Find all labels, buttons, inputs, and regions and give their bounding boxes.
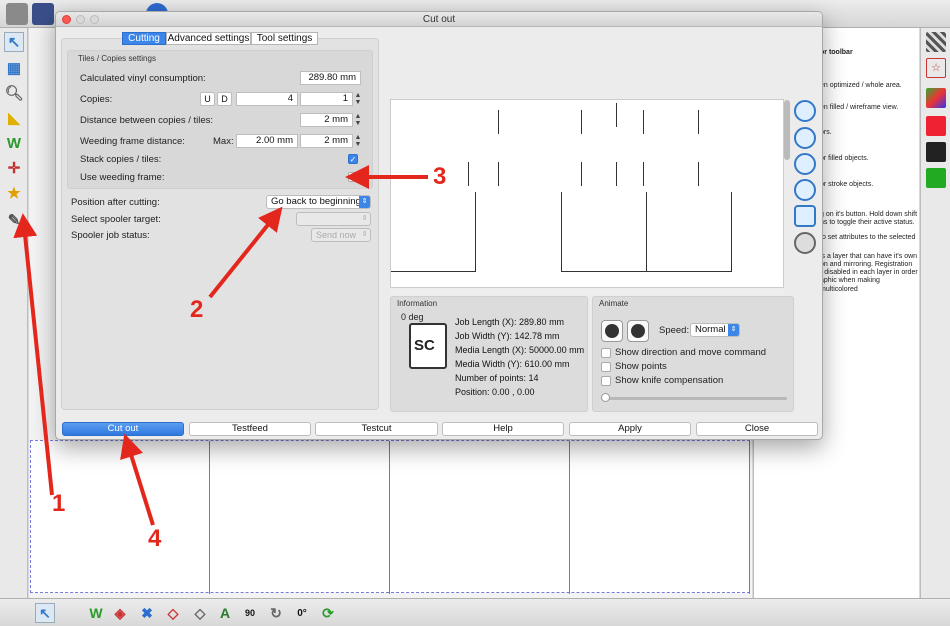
annotation-4: 4 — [148, 525, 162, 552]
annotation-arrows — [13, 165, 428, 526]
annotation-2: 2 — [190, 296, 204, 323]
annotation-1: 1 — [52, 490, 66, 517]
arrow-2 — [208, 206, 283, 299]
annotation-3: 3 — [433, 163, 447, 190]
arrow-1 — [13, 213, 54, 496]
arrow-4 — [120, 433, 155, 526]
